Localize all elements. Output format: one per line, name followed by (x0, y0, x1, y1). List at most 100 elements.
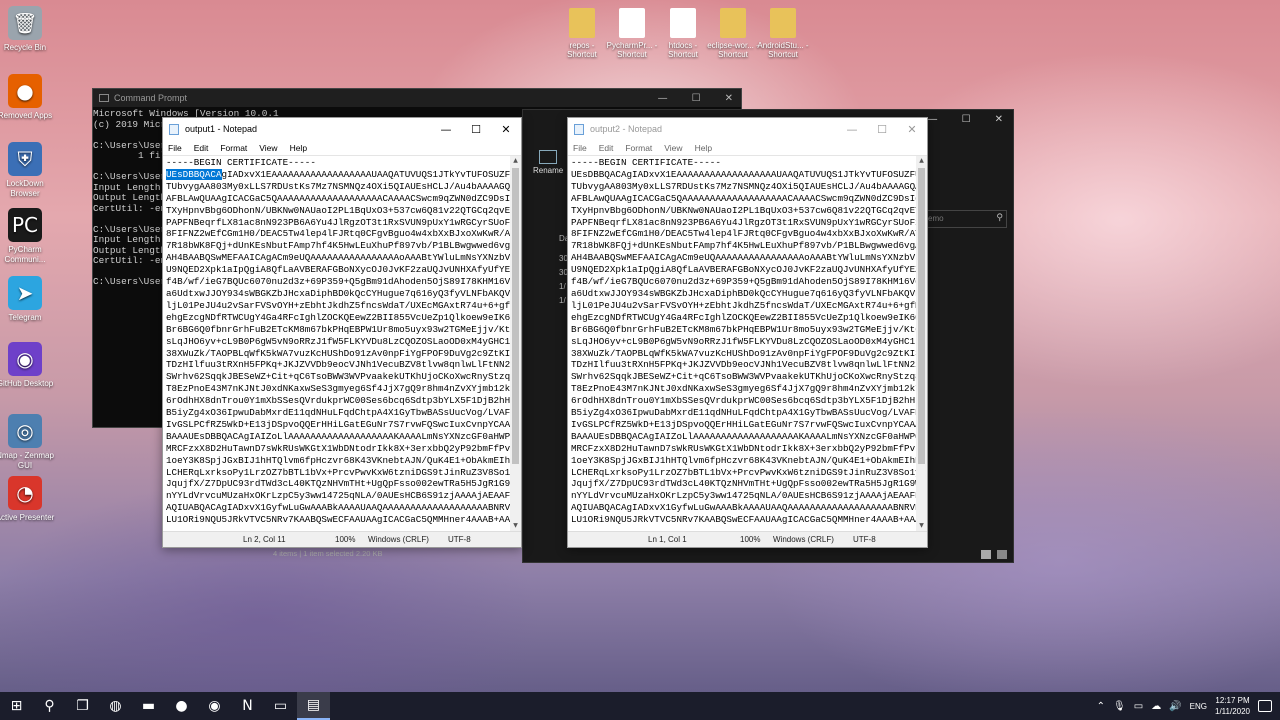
cert-line: LU1ORi9NQU5JRkVTVC5NRv7KAABQSwECFAAUAAgI… (571, 514, 927, 526)
desktop-shortcut[interactable]: ➤ Telegram (0, 276, 55, 323)
desktop-shortcut[interactable]: repos - Shortcut (556, 8, 608, 59)
cert-line: 1oeY3K8SpjJGxBIJ1hHTQlvm6fpHczvr68K43VKn… (166, 454, 516, 466)
notification-center-icon[interactable] (1258, 700, 1272, 712)
maximize-icon[interactable]: ☐ (962, 114, 971, 125)
maximize-icon[interactable]: ☐ (461, 118, 491, 140)
zoom-level: 100% (335, 535, 356, 544)
desktop-shortcut[interactable]: ◉ GitHub Desktop (0, 342, 55, 389)
minimize-icon[interactable]: — (658, 93, 668, 104)
cmd-titlebar[interactable]: Command Prompt — ☐ ✕ (93, 89, 741, 107)
desktop-shortcut[interactable]: ◎ Nmap - Zenmap GUI (0, 414, 55, 470)
minimize-icon[interactable]: — (928, 114, 938, 125)
notepad-window-output2[interactable]: output2 - Notepad — ☐ ✕ File Edit Format… (567, 117, 928, 548)
notion-icon[interactable]: N (231, 692, 264, 720)
scroll-up-icon[interactable]: ▲ (916, 156, 927, 166)
cert-line: TDzHIlfuu3tRXnH5FPKq+JKJZVVDb9eocVJNh1Ve… (571, 359, 927, 371)
file-explorer-icon[interactable]: ▬ (132, 692, 165, 720)
pycharm-icon: PC (8, 208, 42, 242)
desktop-shortcut[interactable]: ● Removed Apps (0, 74, 55, 121)
excel-shortcut-icon (619, 8, 645, 38)
firefox-icon: ● (8, 74, 42, 108)
volume-icon[interactable]: 🔊 (1169, 701, 1181, 712)
menu-file[interactable]: File (573, 143, 587, 153)
menu-view[interactable]: View (664, 143, 682, 153)
notepad-app-icon (169, 123, 179, 135)
search-icon: ⚲ (996, 213, 1003, 223)
menu-file[interactable]: File (168, 143, 182, 153)
rename-button[interactable]: Rename (533, 150, 563, 175)
menu-help[interactable]: Help (695, 143, 712, 153)
notepad-window-output1[interactable]: output1 - Notepad — ☐ ✕ File Edit Format… (162, 117, 522, 548)
desktop-shortcut[interactable]: AndroidStu... - Shortcut (757, 8, 809, 59)
terminal-icon[interactable]: ▭ (264, 692, 297, 720)
notepad-icon[interactable]: ▤ (297, 692, 330, 720)
cmd-title: Command Prompt (114, 93, 188, 103)
cert-line: SWrhv62SqqkJBESeWZ+Cit+qC6TsoBWW3WVPvaak… (166, 371, 521, 383)
menu-format[interactable]: Format (625, 143, 652, 153)
desktop-shortcut[interactable]: PycharmPr... - Shortcut (606, 8, 658, 59)
desktop-shortcut[interactable]: PC PyCharm Communi... (0, 208, 55, 264)
menu-view[interactable]: View (259, 143, 277, 153)
steam-icon[interactable]: ◍ (99, 692, 132, 720)
system-tray: ⌃ 🎙 ▭ ☁ 🔊 ENG 12:17 PM 1/11/2020 (1097, 695, 1280, 717)
explorer-search-input[interactable]: emo ⚲ (923, 210, 1007, 228)
notepad-title: output1 - Notepad (185, 124, 258, 134)
maximize-icon[interactable]: ☐ (692, 93, 701, 104)
scroll-down-icon[interactable]: ▼ (510, 521, 521, 531)
scrollbar-thumb[interactable] (918, 168, 925, 464)
taskbar: ⊞ ⚲ ❐ ◍ ▬ ● ◉ N ▭ ▤ ⌃ 🎙 ▭ ☁ 🔊 ENG 12:17 PM 1/11/2… (0, 692, 1280, 720)
desktop-shortcut[interactable]: ⛨ LockDown Browser (0, 142, 55, 198)
search-icon[interactable]: ⚲ (33, 692, 66, 720)
notepad-titlebar[interactable]: output2 - Notepad — ☐ ✕ (568, 118, 927, 140)
menu-help[interactable]: Help (290, 143, 307, 153)
cert-line: 6rOdhHX8dnTrou0Y1mXbSSesQVrdukprWC00Ses6… (166, 395, 521, 407)
start-button[interactable]: ⊞ (0, 692, 33, 720)
menu-edit[interactable]: Edit (599, 143, 614, 153)
maximize-icon[interactable]: ☐ (867, 118, 897, 140)
vertical-scrollbar[interactable]: ▲ ▼ (916, 156, 927, 531)
desktop-shortcut-label: GitHub Desktop (0, 379, 54, 388)
desktop-shortcut-label: htdocs - Shortcut (668, 41, 698, 60)
cert-line: sLqJHO6yv+cL9B0P6gW5vN9oRRzJ1fW5FLKYVDu8… (571, 335, 927, 347)
desktop-shortcut[interactable]: eclipse-wor... - Shortcut (707, 8, 759, 59)
github-desktop-icon: ◉ (8, 342, 42, 376)
scroll-up-icon[interactable]: ▲ (510, 156, 521, 166)
large-icons-view-icon[interactable] (997, 550, 1007, 559)
desktop-shortcut-label: Nmap - Zenmap GUI (0, 451, 54, 470)
scrollbar-thumb[interactable] (512, 168, 519, 464)
close-icon[interactable]: ✕ (725, 93, 733, 104)
notepad-titlebar[interactable]: output1 - Notepad — ☐ ✕ (163, 118, 521, 140)
close-icon[interactable]: ✕ (897, 118, 927, 140)
desktop-shortcut-label: Recycle Bin (3, 43, 47, 52)
minimize-icon[interactable]: — (837, 118, 867, 140)
task-view-icon[interactable]: ❐ (66, 692, 99, 720)
selected-text[interactable]: UEsDBBQACA (166, 168, 222, 180)
cert-line: AH4BAABQSwMEFAAICAgACm9eUQAAAAAAAAAAAAAA… (166, 252, 521, 264)
notepad-app-icon (574, 123, 584, 135)
close-icon[interactable]: ✕ (491, 118, 521, 140)
desktop-shortcut-label: Telegram (8, 313, 42, 322)
scroll-down-icon[interactable]: ▼ (916, 521, 927, 531)
desktop-shortcut[interactable]: htdocs - Shortcut (657, 8, 709, 59)
clock[interactable]: 12:17 PM 1/11/2020 (1215, 695, 1250, 717)
minimize-icon[interactable]: — (431, 118, 461, 140)
firefox-icon[interactable]: ● (165, 692, 198, 720)
notepad-text-area[interactable]: -----BEGIN CERTIFICATE----- UEsDBBQACAgI… (568, 155, 927, 531)
desktop-shortcut[interactable]: 🗑 Recycle Bin (0, 6, 55, 53)
cert-body: TUbvygAA803My0xLLS7RDUstKs7Mz7NSMNQz4OXi… (571, 181, 927, 525)
show-hidden-icons-icon[interactable]: ⌃ (1097, 701, 1105, 712)
microphone-icon[interactable]: 🎙 (1113, 701, 1126, 712)
language-indicator[interactable]: ENG (1190, 702, 1207, 711)
cloud-icon[interactable]: ☁ (1151, 701, 1161, 712)
vertical-scrollbar[interactable]: ▲ ▼ (510, 156, 521, 531)
network-icon[interactable]: ▭ (1134, 701, 1143, 712)
details-view-icon[interactable] (981, 550, 991, 559)
cert-line: nYYLdVrvcuMUzaHxOKrLzpC5y3ww14725qNLA/0A… (166, 490, 521, 502)
desktop-shortcut[interactable]: ◔ Active Presenter (0, 476, 55, 523)
chrome-icon[interactable]: ◉ (198, 692, 231, 720)
menu-format[interactable]: Format (220, 143, 247, 153)
menu-edit[interactable]: Edit (194, 143, 209, 153)
cert-line: a6UdtxwJJOY934sWBGKZbJHcxaDiphBD0kQcCYHu… (166, 287, 521, 299)
notepad-text-area[interactable]: -----BEGIN CERTIFICATE----- UEsDBBQACAgI… (163, 155, 521, 531)
close-icon[interactable]: ✕ (995, 114, 1003, 125)
